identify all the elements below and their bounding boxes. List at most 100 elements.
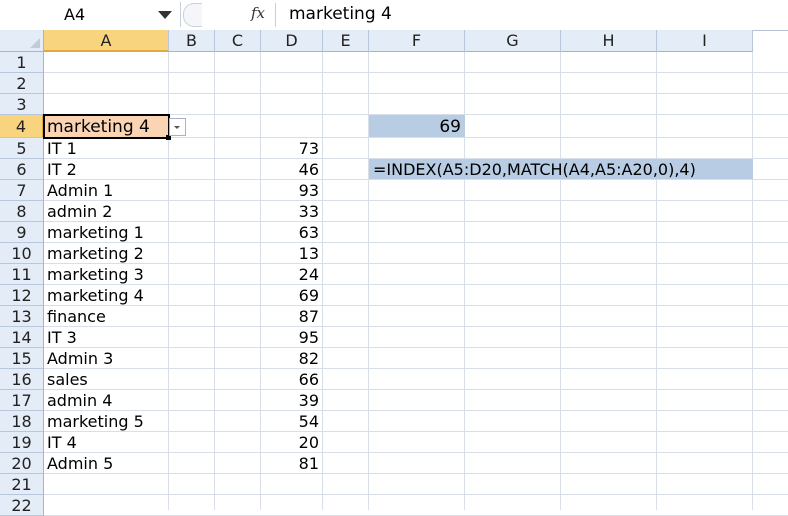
formula-bar: A4 fx marketing 4 bbox=[0, 0, 788, 31]
select-all-corner[interactable] bbox=[0, 30, 44, 52]
row-gridline bbox=[44, 389, 788, 390]
row-header-22[interactable]: 22 bbox=[0, 495, 44, 516]
cell-a15[interactable]: Admin 3 bbox=[47, 349, 113, 368]
row-header-7[interactable]: 7 bbox=[0, 180, 44, 201]
column-header-b[interactable]: B bbox=[169, 30, 215, 52]
column-gridline bbox=[752, 52, 753, 510]
row-gridline bbox=[44, 305, 788, 306]
formula-divider bbox=[275, 3, 276, 27]
column-gridline bbox=[322, 52, 323, 510]
insert-function-icon[interactable]: fx bbox=[251, 4, 265, 22]
cell-a5[interactable]: IT 1 bbox=[47, 139, 77, 158]
row-gridline bbox=[44, 221, 788, 222]
row-header-19[interactable]: 19 bbox=[0, 432, 44, 453]
column-header-c[interactable]: C bbox=[215, 30, 261, 52]
row-gridline bbox=[44, 452, 788, 453]
cell-a19[interactable]: IT 4 bbox=[47, 433, 77, 452]
cell-d14[interactable]: 95 bbox=[261, 328, 319, 347]
cell-f6[interactable]: =INDEX(A5:D20,MATCH(A4,A5:A20,0),4) bbox=[373, 160, 696, 179]
row-gridline bbox=[44, 347, 788, 348]
row-header-18[interactable]: 18 bbox=[0, 411, 44, 432]
column-header-g[interactable]: G bbox=[465, 30, 561, 52]
column-header-e[interactable]: E bbox=[323, 30, 369, 52]
row-header-14[interactable]: 14 bbox=[0, 327, 44, 348]
row-header-9[interactable]: 9 bbox=[0, 222, 44, 243]
cell-a12[interactable]: marketing 4 bbox=[47, 286, 144, 305]
cell-d5[interactable]: 73 bbox=[261, 139, 319, 158]
row-header-17[interactable]: 17 bbox=[0, 390, 44, 411]
column-header-f[interactable]: F bbox=[369, 30, 465, 52]
row-header-2[interactable]: 2 bbox=[0, 73, 44, 94]
active-cell-border bbox=[43, 114, 170, 139]
cell-d7[interactable]: 93 bbox=[261, 181, 319, 200]
cell-d17[interactable]: 39 bbox=[261, 391, 319, 410]
row-header-21[interactable]: 21 bbox=[0, 474, 44, 495]
cell-d13[interactable]: 87 bbox=[261, 307, 319, 326]
formula-bar-handle-icon[interactable] bbox=[183, 3, 202, 27]
cell-a10[interactable]: marketing 2 bbox=[47, 244, 144, 263]
cell-a8[interactable]: admin 2 bbox=[47, 202, 112, 221]
row-gridline bbox=[44, 410, 788, 411]
row-gridline bbox=[44, 179, 788, 180]
row-gridline bbox=[44, 473, 788, 474]
row-gridline bbox=[44, 368, 788, 369]
cell-d9[interactable]: 63 bbox=[261, 223, 319, 242]
name-box-value: A4 bbox=[64, 5, 86, 24]
cell-a17[interactable]: admin 4 bbox=[47, 391, 112, 410]
row-gridline bbox=[44, 494, 788, 495]
row-header-11[interactable]: 11 bbox=[0, 264, 44, 285]
cell-a14[interactable]: IT 3 bbox=[47, 328, 77, 347]
column-header-i[interactable]: I bbox=[657, 30, 753, 52]
row-header-8[interactable]: 8 bbox=[0, 201, 44, 222]
cell-d11[interactable]: 24 bbox=[261, 265, 319, 284]
row-gridline bbox=[44, 93, 788, 94]
cell-a16[interactable]: sales bbox=[47, 370, 88, 389]
row-header-16[interactable]: 16 bbox=[0, 369, 44, 390]
row-header-5[interactable]: 5 bbox=[0, 138, 44, 159]
row-header-20[interactable]: 20 bbox=[0, 453, 44, 474]
name-box[interactable]: A4 bbox=[0, 2, 181, 27]
column-header-a[interactable]: A bbox=[44, 30, 169, 52]
row-header-6[interactable]: 6 bbox=[0, 159, 44, 180]
formula-controls: fx bbox=[183, 3, 273, 27]
cell-a20[interactable]: Admin 5 bbox=[47, 454, 113, 473]
cell-a6[interactable]: IT 2 bbox=[47, 160, 77, 179]
spreadsheet-grid[interactable]: A B C D E F G H I 1 2 3 4 5 6 7 8 9 10 11 12 13 14 15 16 17 18 19 20… bbox=[0, 30, 788, 516]
column-gridline bbox=[214, 52, 215, 510]
cell-f4[interactable]: 69 bbox=[369, 117, 461, 137]
name-box-dropdown-icon[interactable] bbox=[158, 11, 172, 19]
validation-dropdown-button[interactable] bbox=[169, 118, 186, 136]
row-gridline bbox=[44, 242, 788, 243]
column-gridline bbox=[560, 52, 561, 510]
cell-a18[interactable]: marketing 5 bbox=[47, 412, 144, 431]
cell-d18[interactable]: 54 bbox=[261, 412, 319, 431]
column-gridline bbox=[656, 52, 657, 510]
cell-a13[interactable]: finance bbox=[47, 307, 106, 326]
cell-d16[interactable]: 66 bbox=[261, 370, 319, 389]
cell-d6[interactable]: 46 bbox=[261, 160, 319, 179]
cell-a9[interactable]: marketing 1 bbox=[47, 223, 144, 242]
row-header-13[interactable]: 13 bbox=[0, 306, 44, 327]
row-header-1[interactable]: 1 bbox=[0, 52, 44, 73]
cell-d8[interactable]: 33 bbox=[261, 202, 319, 221]
row-header-15[interactable]: 15 bbox=[0, 348, 44, 369]
cell-a7[interactable]: Admin 1 bbox=[47, 181, 113, 200]
row-header-3[interactable]: 3 bbox=[0, 94, 44, 115]
cell-a11[interactable]: marketing 3 bbox=[47, 265, 144, 284]
row-header-4[interactable]: 4 bbox=[0, 115, 44, 138]
formula-input[interactable]: marketing 4 bbox=[289, 4, 392, 24]
row-gridline bbox=[44, 72, 788, 73]
cell-d12[interactable]: 69 bbox=[261, 286, 319, 305]
column-header-d[interactable]: D bbox=[261, 30, 323, 52]
row-gridline bbox=[44, 431, 788, 432]
cell-d10[interactable]: 13 bbox=[261, 244, 319, 263]
column-header-h[interactable]: H bbox=[561, 30, 657, 52]
row-gridline bbox=[44, 263, 788, 264]
cell-d20[interactable]: 81 bbox=[261, 454, 319, 473]
row-header-12[interactable]: 12 bbox=[0, 285, 44, 306]
cell-d15[interactable]: 82 bbox=[261, 349, 319, 368]
cell-d19[interactable]: 20 bbox=[261, 433, 319, 452]
row-header-10[interactable]: 10 bbox=[0, 243, 44, 264]
row-gridline bbox=[44, 284, 788, 285]
row-gridline bbox=[44, 326, 788, 327]
